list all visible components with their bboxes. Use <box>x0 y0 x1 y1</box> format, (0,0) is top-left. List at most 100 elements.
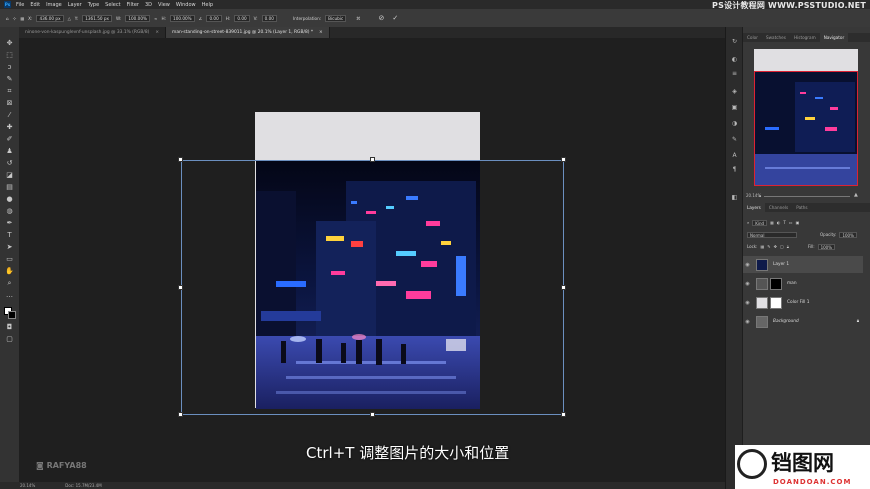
history-brush-icon[interactable]: ↺ <box>5 159 14 168</box>
tab-paths[interactable]: Paths <box>792 203 811 212</box>
close-icon[interactable]: × <box>155 30 159 35</box>
layer-row-background[interactable]: ◉ Background 🔒︎ <box>743 313 863 330</box>
reference-point-icon[interactable]: ▦ <box>20 16 24 21</box>
menu-select[interactable]: Select <box>105 2 120 8</box>
transform-tool-icon[interactable]: ⊹ <box>13 16 17 21</box>
layer-row-man[interactable]: ◉ man <box>743 275 863 292</box>
blend-mode-select[interactable]: Normal <box>747 231 797 238</box>
visibility-eye-icon[interactable]: ◉ <box>743 262 752 268</box>
menu-type[interactable]: Type <box>88 2 99 8</box>
zoom-out-icon[interactable]: ▴ <box>759 193 761 198</box>
transform-bounding-box[interactable] <box>181 160 564 415</box>
tab-histogram[interactable]: Histogram <box>790 33 820 42</box>
layer-comps-icon[interactable]: ◧ <box>730 193 739 202</box>
blur-icon[interactable]: ● <box>5 195 14 204</box>
menu-file[interactable]: File <box>16 2 24 8</box>
menu-help[interactable]: Help <box>202 2 213 8</box>
history-icon[interactable]: ↻ <box>730 37 739 46</box>
tab-layers[interactable]: Layers <box>743 203 765 212</box>
frame-icon[interactable]: ⊠ <box>5 99 14 108</box>
transform-handle-top[interactable] <box>370 157 375 162</box>
transform-handle-right[interactable] <box>561 285 566 290</box>
zoom-in-icon[interactable]: ▲ <box>854 192 858 198</box>
y-field[interactable]: 1361.50 px <box>82 14 113 22</box>
filter-type-icon[interactable]: T <box>783 220 785 225</box>
layer-row-layer-1[interactable]: ◉ Layer 1 <box>743 256 863 273</box>
home-icon[interactable]: ⌂ <box>6 16 9 21</box>
tab-document-1[interactable]: ninone-von-kaspunglevnf-unsplash.jpg @ 3… <box>19 27 167 38</box>
h-skew-field[interactable]: 0.00 <box>234 14 250 22</box>
angle-field[interactable]: 0.00 <box>206 14 222 22</box>
tab-color[interactable]: Color <box>743 33 762 42</box>
tab-channels[interactable]: Channels <box>765 203 792 212</box>
more-tools-icon[interactable]: … <box>5 291 14 300</box>
filter-pixel-icon[interactable]: ▦ <box>770 220 774 225</box>
transform-handle-bottom-right[interactable] <box>561 412 566 417</box>
libraries-icon[interactable]: ▣ <box>730 103 739 112</box>
transform-handle-top-left[interactable] <box>178 157 183 162</box>
brush-icon[interactable]: ✐ <box>5 135 14 144</box>
properties-icon[interactable]: ≡ <box>730 69 739 78</box>
close-icon[interactable]: × <box>319 30 323 35</box>
menu-edit[interactable]: Edit <box>30 2 40 8</box>
navigator-zoom-slider[interactable] <box>764 196 850 197</box>
gradient-icon[interactable]: ▤ <box>5 183 14 192</box>
adjustments-icon[interactable]: ◐ <box>730 55 739 64</box>
quick-select-icon[interactable]: ✎ <box>5 75 14 84</box>
filter-adjustment-icon[interactable]: ◐ <box>777 220 781 225</box>
eraser-icon[interactable]: ◪ <box>5 171 14 180</box>
shape-icon[interactable]: ▭ <box>5 255 14 264</box>
stamp-icon[interactable]: ♟ <box>5 147 14 156</box>
lock-icon[interactable]: 🔒︎ <box>857 319 859 324</box>
zoom-level[interactable]: 20.14% <box>20 483 35 488</box>
menu-3d[interactable]: 3D <box>145 2 152 8</box>
menu-view[interactable]: View <box>158 2 170 8</box>
marquee-icon[interactable]: ⬚ <box>5 51 14 60</box>
crop-icon[interactable]: ⌗ <box>5 87 14 96</box>
tab-navigator[interactable]: Navigator <box>819 33 849 42</box>
filter-smart-icon[interactable]: ▣ <box>796 220 800 225</box>
navigator-preview[interactable] <box>754 71 858 186</box>
3d-icon[interactable]: ◈ <box>730 87 739 96</box>
lasso-icon[interactable]: ↄ <box>5 63 14 72</box>
cancel-transform-icon[interactable]: ⊘ <box>378 14 384 22</box>
visibility-eye-icon[interactable]: ◉ <box>743 281 752 287</box>
path-select-icon[interactable]: ➤ <box>5 243 14 252</box>
x-field[interactable]: 436.00 px <box>36 14 64 22</box>
warp-icon[interactable]: ⌘ <box>356 16 360 21</box>
lock-pixels-icon[interactable]: ▦ <box>760 244 764 249</box>
menu-layer[interactable]: Layer <box>68 2 82 8</box>
transform-handle-top-right[interactable] <box>561 157 566 162</box>
v-skew-field[interactable]: 0.00 <box>261 14 277 22</box>
zoom-icon[interactable]: ⌕ <box>5 279 14 288</box>
heal-icon[interactable]: ✚ <box>5 123 14 132</box>
visibility-eye-icon[interactable]: ◉ <box>743 300 752 306</box>
tab-document-2[interactable]: man-standing-on-street-839011.jpg @ 20.1… <box>166 27 330 38</box>
fill-field[interactable]: 100% <box>817 243 836 250</box>
commit-transform-icon[interactable]: ✓ <box>392 14 398 22</box>
menu-filter[interactable]: Filter <box>127 2 139 8</box>
character-icon[interactable]: A <box>730 151 739 160</box>
styles-icon[interactable]: ◑ <box>730 119 739 128</box>
pen-icon[interactable]: ✒ <box>5 219 14 228</box>
type-icon[interactable]: T <box>5 231 14 240</box>
tab-swatches[interactable]: Swatches <box>762 33 790 42</box>
layer-row-color-fill[interactable]: ◉ Color Fill 1 <box>743 294 863 311</box>
lock-position-icon[interactable]: ✥ <box>774 244 777 249</box>
transform-handle-bottom-left[interactable] <box>178 412 183 417</box>
filter-shape-icon[interactable]: ▭ <box>789 220 793 225</box>
link-icon[interactable]: ∞ <box>154 16 158 21</box>
background-color-swatch[interactable] <box>8 311 16 319</box>
opacity-field[interactable]: 100% <box>839 231 857 238</box>
width-field[interactable]: 100.00% <box>125 14 150 22</box>
kind-filter-select[interactable]: Kind <box>752 219 768 226</box>
menu-image[interactable]: Image <box>46 2 62 8</box>
quick-mask-icon[interactable]: ◘ <box>5 323 14 332</box>
move-icon[interactable]: ✥ <box>5 39 14 48</box>
height-field[interactable]: 100.00% <box>170 14 195 22</box>
visibility-eye-icon[interactable]: ◉ <box>743 319 752 325</box>
lock-paint-icon[interactable]: ✎ <box>767 244 770 249</box>
dodge-icon[interactable]: ◍ <box>5 207 14 216</box>
brush-settings-icon[interactable]: ✎ <box>730 135 739 144</box>
transform-handle-left[interactable] <box>178 285 183 290</box>
